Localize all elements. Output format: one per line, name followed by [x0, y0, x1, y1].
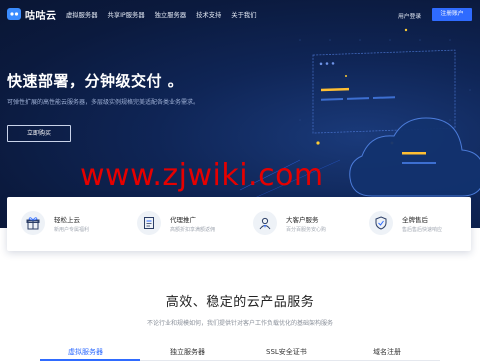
nav-item-dedicated-server[interactable]: 独立服务器	[155, 10, 186, 19]
cloud-illustration	[239, 28, 480, 201]
logo[interactable]: 咕咕云	[6, 6, 57, 22]
feature-title: 代理推广	[170, 216, 196, 224]
feature-title: 全牌售后	[402, 216, 428, 224]
tab-dedicated-server[interactable]: 独立服务器	[170, 347, 205, 357]
user-icon	[253, 211, 277, 235]
feature-desc: 百分百服务安心购	[286, 227, 327, 233]
brand-name: 咕咕云	[25, 10, 57, 22]
active-tab-indicator	[40, 359, 140, 361]
nav-item-shared-ip-server[interactable]: 共享IP服务器	[107, 10, 144, 19]
hero-banner: 咕咕云 虚拟服务器 共享IP服务器 独立服务器 技术支持 关于我们 用户登录 注…	[0, 0, 480, 228]
feature-item-after-sales[interactable]: 全牌售后 售后售后快速响应	[355, 197, 471, 251]
feature-desc: 新用户专属福利	[54, 227, 90, 233]
watermark-text: www.zjwiki.com	[80, 158, 324, 193]
feature-item-easy-cloud[interactable]: 轻松上云 新用户专属福利	[7, 197, 123, 251]
shield-icon	[369, 211, 393, 235]
top-nav: 咕咕云 虚拟服务器 共享IP服务器 独立服务器 技术支持 关于我们 用户登录 注…	[0, 0, 480, 30]
nav-item-virtual-server[interactable]: 虚拟服务器	[66, 10, 97, 19]
login-link[interactable]: 用户登录	[398, 11, 421, 20]
tab-virtual-server[interactable]: 虚拟服务器	[68, 347, 103, 357]
features-card: 轻松上云 新用户专属福利 代理推广 高额折扣享满额返佣 大客户服务 百分百服务安…	[7, 197, 471, 251]
hero-subtitle: 可弹性扩展的高性能云服务器，多层级实例规格完美适配各类业务需求。	[7, 99, 200, 106]
logo-icon	[7, 8, 21, 20]
gift-icon	[21, 211, 45, 235]
register-button[interactable]: 注册账户	[432, 8, 472, 21]
buy-now-button[interactable]: 立即购买	[7, 125, 71, 142]
products-subtitle: 不论行业和规模如何，我们提供针对客户工作负载优化的基础架构服务	[146, 320, 333, 327]
products-title: 高效、稳定的云产品服务	[165, 295, 315, 310]
feature-desc: 售后售后快速响应	[402, 227, 443, 233]
feature-title: 大客户服务	[286, 216, 319, 224]
nav-item-about[interactable]: 关于我们	[231, 10, 256, 19]
feature-item-enterprise[interactable]: 大客户服务 百分百服务安心购	[239, 197, 355, 251]
feature-desc: 高额折扣享满额返佣	[170, 227, 216, 233]
product-tabs: 虚拟服务器 独立服务器 SSL安全证书 域名注册	[40, 342, 440, 362]
tab-ssl-certificate[interactable]: SSL安全证书	[266, 347, 307, 357]
tab-domain-registration[interactable]: 域名注册	[373, 347, 401, 357]
page: 咕咕云 虚拟服务器 共享IP服务器 独立服务器 技术支持 关于我们 用户登录 注…	[0, 0, 480, 362]
main-menu: 虚拟服务器 共享IP服务器 独立服务器 技术支持 关于我们	[66, 10, 266, 19]
document-icon	[137, 211, 161, 235]
feature-item-agent[interactable]: 代理推广 高额折扣享满额返佣	[123, 197, 239, 251]
nav-item-support[interactable]: 技术支持	[196, 10, 221, 19]
hero-title: 快速部署，分钟级交付 。	[7, 72, 184, 90]
feature-title: 轻松上云	[54, 216, 80, 224]
